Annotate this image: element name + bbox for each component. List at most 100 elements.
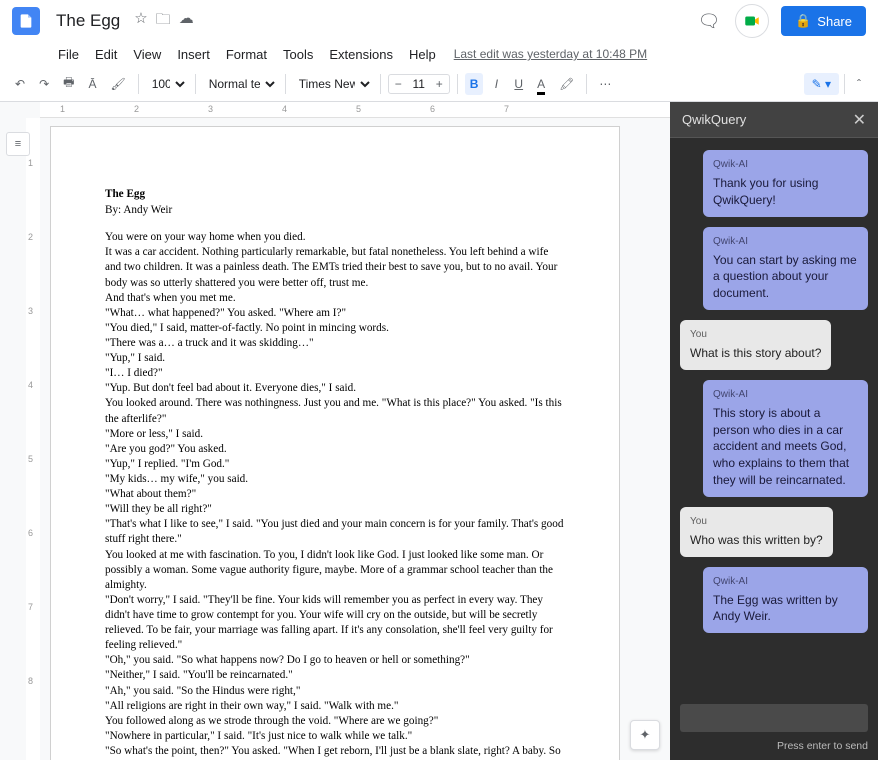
doc-paragraph[interactable]: "Yup," I replied. "I'm God."	[105, 457, 565, 472]
chat-input[interactable]	[680, 704, 868, 732]
toolbar: ↶ ↷ 🖶 Ā 🖌 100% Normal text Times New... …	[0, 66, 878, 102]
doc-paragraph[interactable]: "Neither," I said. "You'll be reincarnat…	[105, 668, 565, 683]
chat-message-from: Qwik-AI	[713, 575, 858, 589]
explore-button[interactable]: ✦	[630, 720, 660, 750]
doc-paragraph[interactable]: "Ah," you said. "So the Hindus were righ…	[105, 684, 565, 699]
doc-paragraph[interactable]: You looked at me with fascination. To yo…	[105, 548, 565, 593]
doc-body-byline[interactable]: By: Andy Weir	[105, 203, 565, 218]
doc-paragraph[interactable]: "More or less," I said.	[105, 427, 565, 442]
menu-tools[interactable]: Tools	[275, 45, 321, 64]
doc-paragraph[interactable]: "Don't worry," I said. "They'll be fine.…	[105, 593, 565, 653]
chat-message-text: Thank you for using QwikQuery!	[713, 175, 858, 209]
doc-paragraph[interactable]: You looked around. There was nothingness…	[105, 396, 565, 426]
doc-paragraph[interactable]: "My kids… my wife," you said.	[105, 472, 565, 487]
chat-message-ai: Qwik-AI You can start by asking me a ques…	[703, 227, 868, 310]
bold-button[interactable]: B	[465, 73, 484, 95]
sidebar-header: QwikQuery ✕	[670, 102, 878, 138]
editing-mode-button[interactable]: ✎ ▾	[804, 73, 839, 95]
move-icon[interactable]: 🗀	[156, 9, 171, 34]
doc-paragraph[interactable]: It was a car accident. Nothing particula…	[105, 245, 565, 290]
paint-format-button[interactable]: 🖌	[105, 73, 130, 95]
chat-message-user: You What is this story about?	[680, 320, 831, 370]
horizontal-ruler[interactable]: 1234567	[40, 102, 670, 118]
doc-paragraph[interactable]: "Oh," you said. "So what happens now? Do…	[105, 653, 565, 668]
menu-extensions[interactable]: Extensions	[321, 45, 401, 64]
doc-paragraph[interactable]: "So what's the point, then?" You asked. …	[105, 744, 565, 760]
menu-edit[interactable]: Edit	[87, 45, 125, 64]
cloud-status-icon[interactable]: ☁	[179, 9, 194, 34]
text-color-button[interactable]: A	[532, 73, 550, 95]
zoom-select[interactable]: 100%	[146, 73, 188, 95]
share-button[interactable]: 🔒 Share	[781, 6, 866, 36]
docs-logo-icon[interactable]	[12, 7, 40, 35]
font-select[interactable]: Times New...	[293, 73, 373, 95]
star-icon[interactable]: ☆	[134, 9, 147, 34]
close-icon[interactable]: ✕	[853, 110, 866, 130]
redo-button[interactable]: ↷	[34, 73, 54, 95]
collapse-toolbar-button[interactable]: ˆ	[850, 73, 868, 95]
doc-paragraph[interactable]: "What about them?"	[105, 487, 565, 502]
chat-message-text: This story is about a person who dies in…	[713, 405, 858, 489]
sidebar-title: QwikQuery	[682, 112, 746, 127]
doc-paragraph[interactable]: "What… what happened?" You asked. "Where…	[105, 306, 565, 321]
menu-format[interactable]: Format	[218, 45, 275, 64]
chat-message-ai: Qwik-AI Thank you for using QwikQuery!	[703, 150, 868, 217]
chat-message-text: You can start by asking me a question ab…	[713, 252, 858, 302]
spellcheck-button[interactable]: Ā	[83, 73, 101, 95]
font-size-value[interactable]: 11	[408, 77, 430, 91]
doc-paragraph[interactable]: "There was a… a truck and it was skiddin…	[105, 336, 565, 351]
document-page[interactable]: The Egg By: Andy Weir You were on your w…	[50, 126, 620, 760]
chat-message-text: What is this story about?	[690, 345, 821, 362]
doc-paragraph[interactable]: "Are you god?" You asked.	[105, 442, 565, 457]
doc-paragraph[interactable]: "Will they be all right?"	[105, 502, 565, 517]
doc-paragraph[interactable]: You followed along as we strode through …	[105, 714, 565, 729]
chat-message-from: You	[690, 328, 821, 342]
chat-message-from: Qwik-AI	[713, 388, 858, 402]
chat-messages: Qwik-AIThank you for using QwikQuery!Qwi…	[670, 138, 878, 696]
lock-icon: 🔒	[795, 13, 811, 29]
doc-paragraph[interactable]: "Yup," I said.	[105, 351, 565, 366]
doc-paragraph[interactable]: "That's what I like to see," I said. "Yo…	[105, 517, 565, 547]
doc-paragraph[interactable]: "You died," I said, matter-of-factly. No…	[105, 321, 565, 336]
last-edit-link[interactable]: Last edit was yesterday at 10:48 PM	[454, 47, 647, 61]
italic-button[interactable]: I	[487, 73, 505, 95]
highlight-button[interactable]: 🖍	[554, 73, 579, 95]
paragraph-style-select[interactable]: Normal text	[203, 73, 278, 95]
vertical-ruler[interactable]: 12345678	[26, 118, 40, 760]
chat-message-from: You	[690, 515, 823, 529]
chat-input-hint: Press enter to send	[670, 740, 878, 760]
font-size-increase[interactable]: +	[430, 75, 449, 93]
font-size-stepper[interactable]: − 11 +	[388, 74, 450, 94]
chat-message-ai: Qwik-AI This story is about a person who …	[703, 380, 868, 497]
comments-icon[interactable]: 🗨	[695, 7, 723, 35]
qwikquery-sidebar: QwikQuery ✕ Qwik-AI Thank you for using Q…	[670, 102, 878, 760]
font-size-decrease[interactable]: −	[389, 75, 408, 93]
outline-toggle-icon[interactable]: ≡	[6, 132, 30, 156]
document-title[interactable]: The Egg	[50, 9, 126, 33]
menubar: FileEditViewInsertFormatToolsExtensionsH…	[0, 42, 878, 66]
meet-icon[interactable]	[735, 4, 769, 38]
print-button[interactable]: 🖶	[58, 69, 79, 98]
document-canvas: 1234567 12345678 ≡ The Egg By: Andy Weir…	[0, 102, 670, 760]
underline-button[interactable]: U	[509, 73, 528, 95]
doc-paragraph[interactable]: "I… I died?"	[105, 366, 565, 381]
doc-paragraph[interactable]: "Yup. But don't feel bad about it. Every…	[105, 381, 565, 396]
menu-view[interactable]: View	[125, 45, 169, 64]
doc-paragraph[interactable]: You were on your way home when you died.	[105, 230, 565, 245]
doc-body-title[interactable]: The Egg	[105, 187, 565, 202]
chat-message-from: Qwik-AI	[713, 235, 858, 249]
doc-paragraph[interactable]: "All religions are right in their own wa…	[105, 699, 565, 714]
chat-message-from: Qwik-AI	[713, 158, 858, 172]
undo-button[interactable]: ↶	[10, 73, 30, 95]
more-toolbar-button[interactable]: ⋯	[594, 73, 616, 95]
doc-paragraph[interactable]: And that's when you met me.	[105, 291, 565, 306]
menu-insert[interactable]: Insert	[169, 45, 218, 64]
share-label: Share	[817, 14, 852, 29]
chat-message-ai: Qwik-AIThe Egg was written by Andy Weir.	[703, 567, 868, 634]
doc-paragraph[interactable]: "Nowhere in particular," I said. "It's j…	[105, 729, 565, 744]
chat-message-text: Who was this written by?	[690, 532, 823, 549]
menu-help[interactable]: Help	[401, 45, 444, 64]
chat-message-user: You Who was this written by?	[680, 507, 833, 557]
menu-file[interactable]: File	[50, 45, 87, 64]
titlebar: The Egg ☆ 🗀 ☁ 🗨 🔒 Share	[0, 0, 878, 42]
